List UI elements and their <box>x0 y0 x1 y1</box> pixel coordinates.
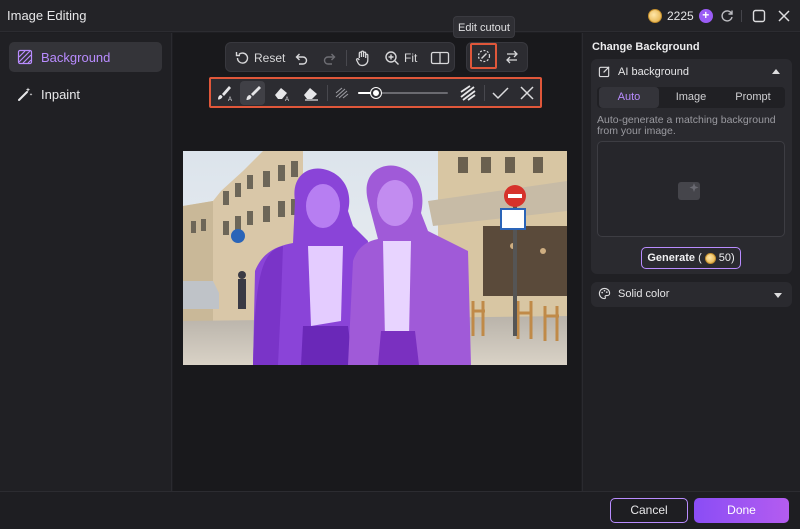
swap-icon[interactable] <box>503 48 521 66</box>
background-pattern-icon <box>17 49 33 65</box>
sidebar-item-label: Inpaint <box>41 86 81 102</box>
tab-prompt[interactable]: Prompt <box>723 87 783 108</box>
titlebar-divider <box>741 10 742 22</box>
auto-brush-icon[interactable]: A <box>215 84 235 102</box>
auto-eraser-icon[interactable]: A <box>272 84 292 102</box>
svg-text:A: A <box>285 97 289 102</box>
brush-size-small-icon <box>335 87 349 99</box>
generated-preview-area <box>597 141 785 237</box>
ai-background-header[interactable]: AI background <box>598 65 689 78</box>
view-toolbar: Reset Fit <box>225 42 455 72</box>
ai-background-description: Auto-generate a matching background from… <box>597 114 776 137</box>
parked-car <box>183 281 219 309</box>
add-credits-button[interactable]: + <box>698 9 713 23</box>
credits-count: 2225 <box>667 9 694 23</box>
hand-pan-icon[interactable] <box>354 48 371 68</box>
sidebar-item-background[interactable]: Background <box>9 42 162 72</box>
brush-size-slider[interactable] <box>358 88 448 98</box>
tab-image[interactable]: Image <box>661 87 721 108</box>
brush-icon[interactable] <box>243 84 263 102</box>
ai-background-label: AI background <box>618 65 689 78</box>
svg-text:A: A <box>228 97 232 102</box>
fit-button[interactable]: Fit <box>384 48 417 68</box>
image-sparkle-icon <box>678 182 700 200</box>
no-entry-bar <box>508 194 522 198</box>
info-sign <box>500 208 526 230</box>
pedestrian-head <box>238 271 246 279</box>
maximize-icon[interactable] <box>751 8 767 24</box>
toolbar-divider <box>484 85 485 101</box>
blue-road-sign <box>231 229 245 243</box>
fit-label: Fit <box>404 51 418 65</box>
eraser-icon[interactable] <box>301 84 321 102</box>
ai-edit-icon <box>598 66 610 78</box>
solid-color-header[interactable]: Solid color <box>598 287 669 300</box>
reset-button[interactable]: Reset <box>234 48 285 68</box>
solid-color-label: Solid color <box>618 287 670 300</box>
compare-icon[interactable] <box>430 48 450 68</box>
redo-icon[interactable] <box>322 48 338 68</box>
sidebar-item-inpaint[interactable]: Inpaint <box>9 79 162 109</box>
brush-size-large-icon <box>460 85 476 101</box>
brush-toolbar: A A <box>209 77 542 108</box>
refresh-icon[interactable] <box>719 8 735 24</box>
toolbar-divider <box>327 85 328 101</box>
panel-title: Change Background <box>592 41 700 53</box>
cafe-front <box>483 226 567 296</box>
confirm-check-icon[interactable] <box>490 84 510 102</box>
done-button[interactable]: Done <box>694 498 789 523</box>
generate-button[interactable]: Generate ( 50) <box>641 247 741 269</box>
credits-display: 2225 + <box>648 7 713 25</box>
generate-label: Generate <box>647 252 696 264</box>
magic-wand-icon <box>18 87 33 101</box>
collapse-caret-icon[interactable] <box>772 69 780 74</box>
toolbar-divider <box>346 50 347 66</box>
cancel-button[interactable]: Cancel <box>610 498 688 523</box>
reset-label: Reset <box>254 51 286 65</box>
tab-auto[interactable]: Auto <box>599 87 659 108</box>
coin-icon <box>704 252 716 264</box>
expand-caret-icon[interactable] <box>774 293 782 298</box>
cancel-x-icon[interactable] <box>517 84 537 102</box>
palette-icon <box>598 287 611 300</box>
sidebar-item-label: Background <box>41 49 111 65</box>
edit-cutout-button[interactable] <box>470 43 497 69</box>
window-title: Image Editing <box>7 8 87 23</box>
brush-size-knob[interactable] <box>371 88 381 98</box>
generate-cost-open: ( <box>698 252 702 264</box>
zoom-icon <box>385 51 399 65</box>
generate-cost: 50) <box>718 252 735 264</box>
reset-icon <box>235 52 249 64</box>
coin-icon <box>648 9 662 23</box>
edit-cutout-icon <box>477 49 490 63</box>
close-icon[interactable] <box>776 8 792 24</box>
edit-cutout-tooltip: Edit cutout <box>453 16 515 38</box>
photo-canvas[interactable] <box>183 151 567 365</box>
pedestrian <box>238 279 246 309</box>
ai-background-tabs: Auto Image Prompt <box>597 87 785 108</box>
undo-icon[interactable] <box>293 48 309 68</box>
